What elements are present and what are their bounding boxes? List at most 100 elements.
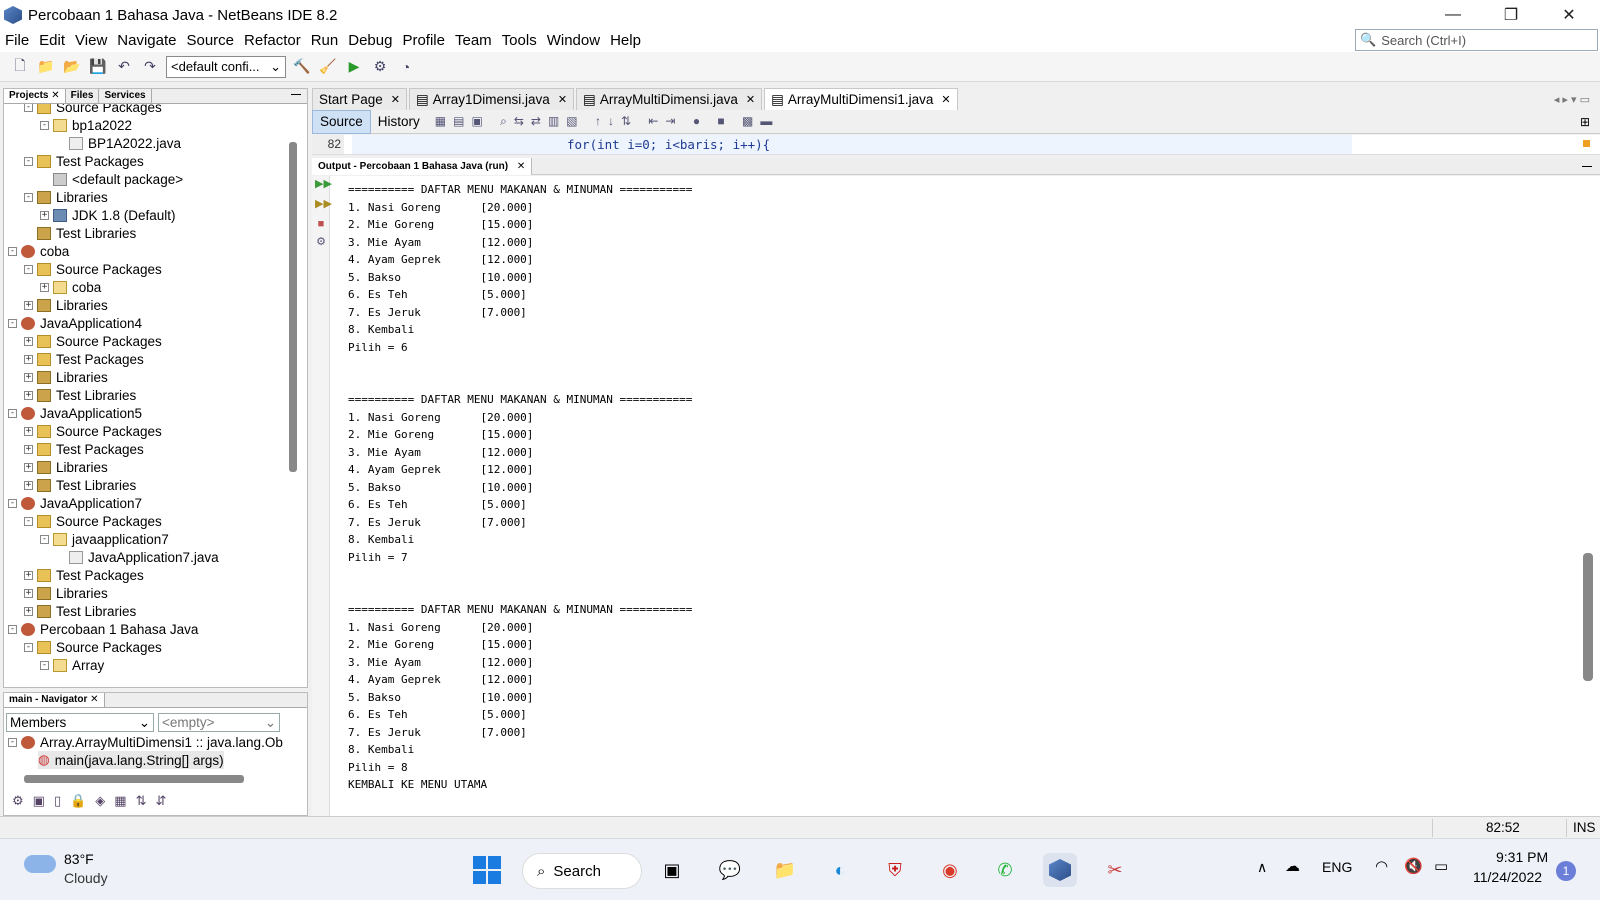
wifi-icon[interactable]: ◠ <box>1375 857 1388 875</box>
expand-toggle[interactable]: + <box>40 210 49 220</box>
tree-node[interactable]: - Source Packages <box>24 512 162 530</box>
stop-icon[interactable]: ■ <box>315 218 327 230</box>
tab-arraymultidimensi1[interactable]: ▤ ArrayMultiDimensi1.java ✕ <box>764 88 958 110</box>
split-editor-icon[interactable]: ⊞ <box>1580 115 1590 129</box>
collapse-toggle[interactable]: - <box>24 104 33 112</box>
expand-toggle[interactable]: + <box>24 570 33 580</box>
tree-node[interactable]: - JavaApplication5 <box>8 404 142 422</box>
tree-node[interactable]: - Source Packages <box>24 638 162 656</box>
nav-method-node[interactable]: ◍ main(java.lang.String[] args) <box>38 751 224 769</box>
close-tab-icon[interactable]: ✕ <box>558 93 567 106</box>
menu-window[interactable]: Window <box>542 30 605 52</box>
collapse-toggle[interactable]: - <box>24 192 33 202</box>
edge-icon[interactable]: ◐ <box>823 853 857 887</box>
minimize-button[interactable]: — <box>1424 0 1482 30</box>
close-tab-icon[interactable]: ✕ <box>517 161 525 172</box>
tree-node[interactable]: + coba <box>40 278 101 296</box>
expand-toggle[interactable]: + <box>24 390 33 400</box>
new-project-icon[interactable]: 📁 <box>36 57 56 77</box>
debug-icon[interactable]: ⚙ <box>370 57 390 77</box>
tab-projects[interactable]: Projects ✕ <box>4 89 66 103</box>
tab-services[interactable]: Services <box>99 89 152 103</box>
collapse-toggle[interactable]: - <box>8 318 17 328</box>
expand-toggle[interactable]: + <box>24 426 33 436</box>
expand-toggle[interactable]: + <box>40 282 49 292</box>
open-project-icon[interactable]: 📂 <box>62 57 82 77</box>
tree-node[interactable]: - Source Packages <box>24 104 162 116</box>
output-scrollbar[interactable] <box>1583 553 1593 681</box>
mcafee-icon[interactable]: ⛨ <box>878 853 912 887</box>
tree-node[interactable]: +Test Libraries <box>24 224 136 242</box>
menu-file[interactable]: File <box>0 30 34 52</box>
sort-alpha-icon[interactable]: ⇅ <box>136 793 147 809</box>
clock-time[interactable]: 9:31 PM <box>1496 849 1548 865</box>
tree-node[interactable]: + Libraries <box>24 296 108 314</box>
tree-node[interactable]: +Test Libraries <box>24 476 136 494</box>
minimize-panel-icon[interactable]: — <box>291 89 307 103</box>
close-tab-icon[interactable]: ✕ <box>941 93 950 106</box>
expand-toggle[interactable]: + <box>24 354 33 364</box>
code-editor[interactable]: 82 for(int i=0; i<baris; i++){ <box>312 135 1600 155</box>
projects-scrollbar[interactable] <box>289 142 297 472</box>
filter-sort-icon[interactable]: ▦ <box>114 793 126 809</box>
tab-start-page[interactable]: Start Page ✕ <box>312 88 408 110</box>
quick-search-input[interactable]: 🔍 Search (Ctrl+I) <box>1355 29 1598 51</box>
close-window-button[interactable]: ✕ <box>1540 0 1598 30</box>
windows-start-icon[interactable] <box>470 853 504 887</box>
build-icon[interactable]: 🔨 <box>292 57 312 77</box>
sort-source-icon[interactable]: ⇵ <box>156 793 167 809</box>
run-icon[interactable]: ▶ <box>344 57 364 77</box>
file-explorer-icon[interactable]: 📁 <box>768 853 802 887</box>
filter-fields-icon[interactable]: ⚙ <box>12 793 24 809</box>
rerun-icon[interactable]: ▶▶ <box>315 178 332 190</box>
weather-desc[interactable]: Cloudy <box>64 870 108 886</box>
expand-toggle[interactable]: + <box>24 480 33 490</box>
menu-tools[interactable]: Tools <box>497 30 542 52</box>
settings-icon[interactable]: ⚙ <box>315 236 327 248</box>
tree-node[interactable]: +JavaApplication7.java <box>56 548 219 566</box>
battery-icon[interactable]: ▭ <box>1434 857 1448 875</box>
menu-team[interactable]: Team <box>450 30 497 52</box>
tab-arraymultidimensi[interactable]: ▤ ArrayMultiDimensi.java ✕ <box>576 88 763 110</box>
editor-tools-icons[interactable]: ▦▤▣ ⌕⇆⇄▥▧ ↑↓⇅ ⇤⇥ ● ■ ▩▬ <box>435 114 780 129</box>
tree-node[interactable]: + Test Packages <box>24 350 144 368</box>
close-tab-icon[interactable]: ✕ <box>391 93 400 106</box>
cloud-icon[interactable] <box>24 855 56 873</box>
tree-node[interactable]: + JDK 1.8 (Default) <box>40 206 176 224</box>
navigator-hscrollbar[interactable] <box>24 775 244 783</box>
clean-build-icon[interactable]: 🧹 <box>318 57 338 77</box>
whatsapp-icon[interactable]: ✆ <box>988 853 1022 887</box>
menu-run[interactable]: Run <box>306 30 344 52</box>
netbeans-taskbar-icon[interactable] <box>1043 853 1077 887</box>
expand-toggle[interactable]: + <box>24 336 33 346</box>
members-select[interactable]: Members ⌄ <box>6 713 154 732</box>
tab-files[interactable]: Files <box>66 89 100 103</box>
redo-icon[interactable]: ↷ <box>140 57 160 77</box>
collapse-toggle[interactable]: - <box>24 264 33 274</box>
collapse-toggle[interactable]: - <box>40 120 49 130</box>
menu-refactor[interactable]: Refactor <box>239 30 306 52</box>
collapse-toggle[interactable]: - <box>8 408 17 418</box>
tab-array1dimensi[interactable]: ▤ Array1Dimensi.java ✕ <box>409 88 575 110</box>
menu-edit[interactable]: Edit <box>34 30 70 52</box>
expand-toggle[interactable]: + <box>24 588 33 598</box>
collapse-toggle[interactable]: - <box>24 156 33 166</box>
notification-badge[interactable]: 1 <box>1556 861 1576 881</box>
expand-toggle[interactable]: + <box>24 444 33 454</box>
menu-view[interactable]: View <box>70 30 112 52</box>
clock-date[interactable]: 11/24/2022 <box>1473 869 1542 885</box>
menu-help[interactable]: Help <box>605 30 646 52</box>
tree-node[interactable]: - coba <box>8 242 69 260</box>
expand-toggle[interactable]: + <box>24 606 33 616</box>
collapse-toggle[interactable]: - <box>40 534 49 544</box>
expand-toggle[interactable]: + <box>24 372 33 382</box>
tab-output[interactable]: Output - Percobaan 1 Bahasa Java (run) ✕ <box>312 157 533 175</box>
tree-node[interactable]: + Libraries <box>24 368 108 386</box>
history-button[interactable]: History <box>371 111 427 133</box>
snipping-tool-icon[interactable]: ✂ <box>1098 853 1132 887</box>
language-indicator[interactable]: ENG <box>1322 859 1352 875</box>
collapse-toggle[interactable]: - <box>8 624 17 634</box>
save-all-icon[interactable]: 💾 <box>88 57 108 77</box>
filter-nonpublic-icon[interactable]: ▯ <box>54 793 61 809</box>
tree-node[interactable]: - JavaApplication7 <box>8 494 142 512</box>
